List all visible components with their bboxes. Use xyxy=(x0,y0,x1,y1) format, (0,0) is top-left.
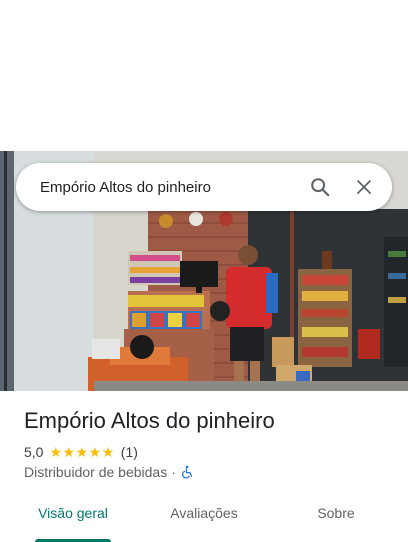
star-rating: ★ ★ ★ ★ ★ xyxy=(49,445,114,459)
star-icon: ★ xyxy=(101,444,115,460)
star-icon: ★ xyxy=(88,444,102,460)
tab-bar: Visão geral Avaliações Sobre xyxy=(0,502,408,542)
wheelchair-icon xyxy=(181,465,192,479)
clear-search-button[interactable] xyxy=(342,165,386,209)
close-icon xyxy=(357,180,371,194)
star-icon: ★ xyxy=(75,444,89,460)
place-info-panel: Empório Altos do pinheiro 5,0 ★ ★ ★ ★ ★ … xyxy=(0,391,408,542)
star-icon: ★ xyxy=(49,444,63,460)
rating-row[interactable]: 5,0 ★ ★ ★ ★ ★ (1) xyxy=(24,444,138,460)
place-title: Empório Altos do pinheiro xyxy=(24,408,275,433)
tab-about-label: Sobre xyxy=(317,505,355,521)
search-query-text[interactable]: Empório Altos do pinheiro xyxy=(40,179,298,196)
blank-header-area xyxy=(0,0,408,151)
search-button[interactable] xyxy=(298,165,342,209)
search-icon xyxy=(311,178,330,197)
tab-reviews[interactable]: Avaliações xyxy=(164,502,244,542)
star-icon: ★ xyxy=(62,444,76,460)
tab-overview-label: Visão geral xyxy=(38,505,108,521)
rating-score: 5,0 xyxy=(24,444,44,460)
separator-dot: · xyxy=(171,464,176,480)
tab-overview[interactable]: Visão geral xyxy=(35,502,111,542)
search-bar[interactable]: Empório Altos do pinheiro xyxy=(16,163,392,211)
tab-about[interactable]: Sobre xyxy=(310,502,362,542)
review-count[interactable]: (1) xyxy=(121,444,138,460)
place-category: Distribuidor de bebidas xyxy=(24,464,168,480)
category-row: Distribuidor de bebidas · xyxy=(24,464,194,480)
tab-reviews-label: Avaliações xyxy=(170,505,238,521)
